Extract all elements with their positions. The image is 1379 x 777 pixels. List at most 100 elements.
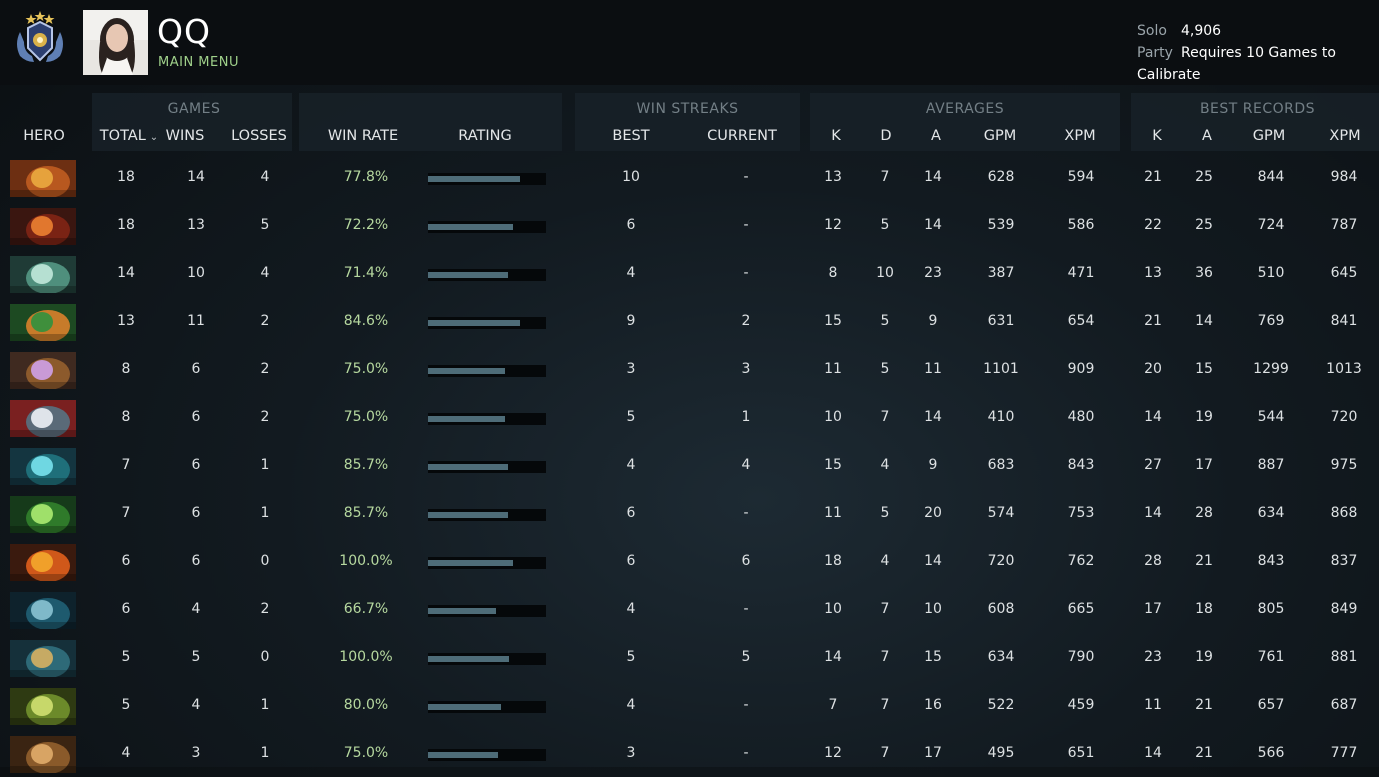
solo-mmr-value: 4,906	[1181, 23, 1222, 39]
avg-assists-cell: 14	[924, 553, 942, 569]
col-header-best-streak[interactable]: BEST	[600, 128, 662, 144]
rating-bar-fill	[428, 416, 505, 422]
win-rate-cell: 72.2%	[343, 217, 389, 233]
wins-cell: 6	[191, 457, 201, 473]
avg-assists-cell: 10	[924, 601, 942, 617]
rating-bar	[428, 317, 546, 329]
col-header-best-xpm[interactable]: XPM	[1320, 128, 1370, 144]
hero-portrait-icon[interactable]	[10, 448, 76, 485]
avg-xpm-cell: 651	[1067, 745, 1095, 761]
table-row[interactable]: 4 3 1 75.0% 3 - 12 7 17 495 651 14 21 566 777	[0, 729, 1379, 777]
avg-kills-cell: 11	[824, 361, 842, 377]
games-group-title: GAMES	[167, 101, 221, 117]
losses-cell: 2	[260, 409, 270, 425]
col-header-best-assists[interactable]: A	[1191, 128, 1223, 144]
table-row[interactable]: 8 6 2 75.0% 3 3 11 5 11 1101 909 20 15 1299 1013	[0, 345, 1379, 393]
col-header-win-rate[interactable]: WIN RATE	[320, 128, 406, 144]
table-row[interactable]: 7 6 1 85.7% 6 - 11 5 20 574 753 14 28 634 868	[0, 489, 1379, 537]
col-header-avg-xpm[interactable]: XPM	[1055, 128, 1105, 144]
col-header-avg-kills[interactable]: K	[820, 128, 852, 144]
rating-bar-fill	[428, 224, 513, 230]
hero-portrait-icon[interactable]	[10, 736, 76, 773]
col-header-hero[interactable]: HERO	[14, 128, 74, 144]
avg-deaths-cell: 7	[880, 409, 890, 425]
best-assists-cell: 21	[1195, 697, 1213, 713]
total-games-cell: 5	[121, 649, 131, 665]
rating-bar	[428, 509, 546, 521]
current-streak-cell: -	[743, 217, 749, 233]
main-menu-link[interactable]: MAIN MENU	[158, 55, 239, 70]
hero-portrait-icon[interactable]	[10, 592, 76, 629]
col-header-total[interactable]: TOTAL ⌄	[94, 128, 164, 144]
avg-gpm-cell: 574	[987, 505, 1015, 521]
rating-bar	[428, 269, 546, 281]
best-gpm-cell: 544	[1257, 409, 1285, 425]
losses-cell: 1	[260, 697, 270, 713]
col-header-wins[interactable]: WINS	[160, 128, 210, 144]
col-header-avg-assists[interactable]: A	[920, 128, 952, 144]
wins-cell: 4	[191, 601, 201, 617]
win-rate-cell: 80.0%	[343, 697, 389, 713]
party-mmr-label: Party	[1137, 45, 1173, 61]
hero-portrait-icon[interactable]	[10, 304, 76, 341]
win-rate-cell: 84.6%	[343, 313, 389, 329]
losses-cell: 2	[260, 361, 270, 377]
win-rate-cell: 75.0%	[343, 745, 389, 761]
col-header-losses[interactable]: LOSSES	[226, 128, 292, 144]
hero-portrait-icon[interactable]	[10, 544, 76, 581]
avg-xpm-cell: 471	[1067, 265, 1095, 281]
avg-xpm-cell: 843	[1067, 457, 1095, 473]
col-header-best-kills[interactable]: K	[1141, 128, 1173, 144]
hero-portrait-icon[interactable]	[10, 496, 76, 533]
col-header-avg-deaths[interactable]: D	[870, 128, 902, 144]
hero-portrait-icon[interactable]	[10, 256, 76, 293]
best-assists-cell: 19	[1195, 649, 1213, 665]
hero-portrait-icon[interactable]	[10, 640, 76, 677]
table-row[interactable]: 7 6 1 85.7% 4 4 15 4 9 683 843 27 17 887 975	[0, 441, 1379, 489]
rating-bar	[428, 365, 546, 377]
table-row[interactable]: 18 13 5 72.2% 6 - 12 5 14 539 586 22 25 724 787	[0, 201, 1379, 249]
current-streak-cell: -	[743, 697, 749, 713]
col-header-rating[interactable]: RATING	[445, 128, 525, 144]
total-games-cell: 8	[121, 361, 131, 377]
avg-xpm-cell: 665	[1067, 601, 1095, 617]
player-avatar[interactable]	[83, 10, 148, 75]
total-games-cell: 6	[121, 601, 131, 617]
total-games-cell: 18	[117, 169, 135, 185]
col-header-best-gpm[interactable]: GPM	[1244, 128, 1294, 144]
table-row[interactable]: 6 4 2 66.7% 4 - 10 7 10 608 665 17 18 805 849	[0, 585, 1379, 633]
table-row[interactable]: 5 4 1 80.0% 4 - 7 7 16 522 459 11 21 657 687	[0, 681, 1379, 729]
table-row[interactable]: 6 6 0 100.0% 6 6 18 4 14 720 762 28 21 843 837	[0, 537, 1379, 585]
col-header-current-streak[interactable]: CURRENT	[700, 128, 784, 144]
col-header-total-label: TOTAL	[99, 128, 146, 144]
hero-portrait-icon[interactable]	[10, 160, 76, 197]
avg-xpm-cell: 459	[1067, 697, 1095, 713]
rating-bar-fill	[428, 368, 505, 374]
hero-portrait-icon[interactable]	[10, 688, 76, 725]
solo-mmr-label: Solo	[1137, 23, 1167, 39]
best-gpm-cell: 844	[1257, 169, 1285, 185]
avg-assists-cell: 17	[924, 745, 942, 761]
wins-cell: 11	[187, 313, 205, 329]
current-streak-cell: 2	[741, 313, 751, 329]
table-row[interactable]: 8 6 2 75.0% 5 1 10 7 14 410 480 14 19 544 720	[0, 393, 1379, 441]
avg-gpm-cell: 628	[987, 169, 1015, 185]
table-row[interactable]: 14 10 4 71.4% 4 - 8 10 23 387 471 13 36 510 645	[0, 249, 1379, 297]
avg-gpm-cell: 608	[987, 601, 1015, 617]
best-gpm-cell: 634	[1257, 505, 1285, 521]
hero-portrait-icon[interactable]	[10, 208, 76, 245]
table-row[interactable]: 5 5 0 100.0% 5 5 14 7 15 634 790 23 19 761 881	[0, 633, 1379, 681]
rating-bar-fill	[428, 320, 520, 326]
avg-assists-cell: 20	[924, 505, 942, 521]
table-row[interactable]: 18 14 4 77.8% 10 - 13 7 14 628 594 21 25 844 984	[0, 153, 1379, 201]
table-row[interactable]: 13 11 2 84.6% 9 2 15 5 9 631 654 21 14 769 841	[0, 297, 1379, 345]
losses-cell: 0	[260, 649, 270, 665]
best-kills-cell: 23	[1144, 649, 1162, 665]
hero-portrait-icon[interactable]	[10, 400, 76, 437]
col-header-avg-gpm[interactable]: GPM	[975, 128, 1025, 144]
best-assists-cell: 36	[1195, 265, 1213, 281]
hero-portrait-icon[interactable]	[10, 352, 76, 389]
current-streak-cell: 3	[741, 361, 751, 377]
avg-xpm-cell: 909	[1067, 361, 1095, 377]
best-gpm-cell: 843	[1257, 553, 1285, 569]
